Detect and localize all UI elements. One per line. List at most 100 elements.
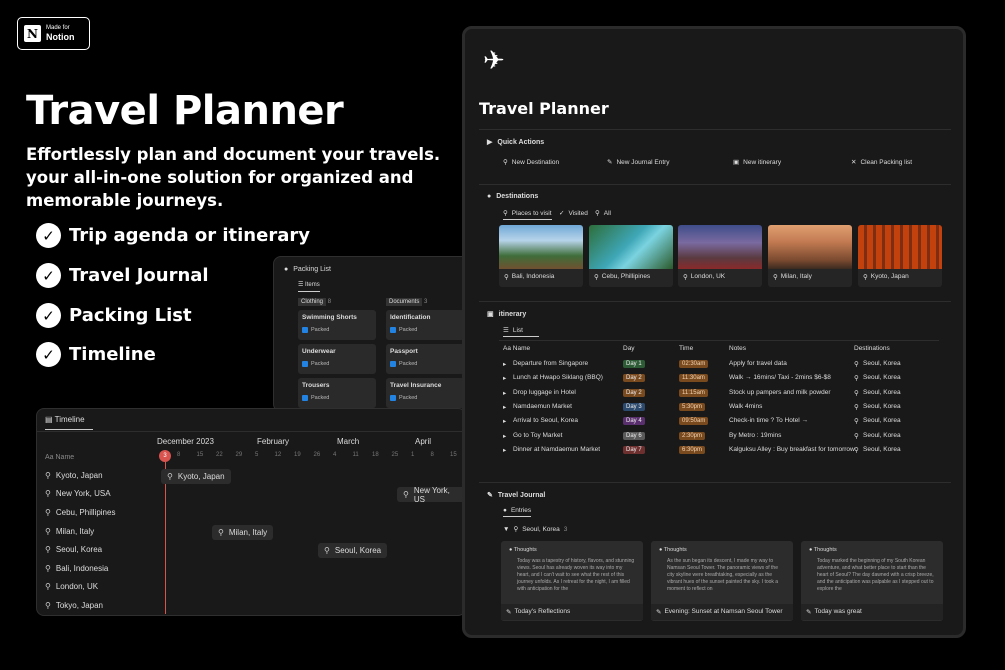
timeline-row[interactable]: ⚲ Cebu, Phillipines: [45, 508, 115, 517]
group-toggle[interactable]: ▼ ⚲ Seoul, Korea 3: [503, 525, 567, 534]
timeline-row[interactable]: ⚲ Kyoto, Japan: [45, 471, 103, 480]
destination-photo: [499, 225, 583, 269]
new-journal-button[interactable]: ✎ New Journal Entry: [607, 158, 670, 167]
pin-icon: ⚲: [45, 564, 51, 573]
pin-icon: ⚲: [854, 361, 859, 368]
pin-icon: ⚲: [854, 375, 859, 383]
day-tag: Day 2: [623, 388, 645, 397]
day-tag: Day 1: [623, 360, 645, 368]
page-title: Travel Planner: [479, 99, 609, 118]
day-tick: 22: [216, 452, 223, 458]
month-label: April: [415, 437, 432, 446]
itinerary-row[interactable]: ▸ Lunch at Hwapo Siklang (BBQ) Day 2 11:30a…: [499, 371, 939, 385]
destinations-section: ● Destinations ⚲ Places to visit ✓ Visited …: [479, 184, 951, 294]
check-circle-icon: ●: [284, 266, 289, 273]
pin-icon: ⚲: [45, 545, 51, 554]
timeline-row[interactable]: ⚲ Seoul, Korea: [45, 545, 102, 554]
group-clothing: Clothing 8 Swimming Shorts Packed Underwe…: [298, 298, 376, 411]
check-icon: ✓: [36, 263, 61, 288]
main-notion-page: ✈ Travel Planner ▶ Quick Actions ⚲ New Des…: [462, 26, 966, 638]
notion-logo-icon: N: [24, 25, 41, 42]
itinerary-row[interactable]: ▸ Dinner at Namdaemun Market Day 7 6:30pm Ka…: [499, 443, 939, 457]
pack-card[interactable]: Travel Insurance Packed: [386, 378, 464, 408]
timeline-row[interactable]: ⚲ London, UK: [45, 582, 98, 591]
tab-items[interactable]: ☰ Items: [298, 281, 320, 292]
destination-photo: [768, 225, 852, 269]
pack-card[interactable]: Underwear Packed: [298, 344, 376, 374]
packing-header: ● Packing List: [284, 266, 331, 273]
itinerary-row[interactable]: ▸ Go to Toy Market Day 6 2:30pm By Metro : 1…: [499, 429, 939, 443]
timeline-bar[interactable]: ⚲ Kyoto, Japan: [161, 469, 231, 484]
journal-entry-title[interactable]: ✎ Evening: Sunset at Namsan Seoul Tower: [651, 604, 793, 620]
day-tick: 11: [352, 452, 359, 458]
packing-list-panel: ● Packing List ☰ Items Clothing 8 Swimmin…: [273, 256, 473, 412]
pack-card[interactable]: Swimming Shorts Packed: [298, 310, 376, 340]
tab-timeline[interactable]: ▤ Timeline: [45, 415, 93, 430]
pin-icon: ⚲: [854, 403, 859, 411]
pack-card[interactable]: Trousers Packed: [298, 378, 376, 408]
timeline-bar[interactable]: ⚲ Milan, Italy: [212, 525, 274, 540]
day-tick: 26: [313, 452, 321, 458]
today-line: [165, 462, 166, 614]
journal-entry-title[interactable]: ✎ Today's Reflections: [501, 604, 643, 620]
day-tick: 1: [411, 452, 415, 458]
close-icon: ✕: [851, 159, 857, 166]
new-destination-button[interactable]: ⚲ New Destination: [503, 158, 559, 167]
destination-card[interactable]: ⚲ London, UK: [678, 225, 762, 287]
day-tick: 5: [255, 452, 259, 458]
check-icon: ✓: [36, 303, 61, 328]
name-column-header: Aa Name: [45, 454, 75, 461]
clean-packing-button[interactable]: ✕ Clean Packing list: [851, 158, 912, 167]
destination-card[interactable]: ⚲ Milan, Italy: [768, 225, 852, 287]
pack-card[interactable]: Identification Packed: [386, 310, 464, 340]
time-tag: 11:30am: [679, 374, 708, 383]
journal-entry-title[interactable]: ✎ Today was great: [801, 604, 943, 620]
itinerary-row[interactable]: ▸ Arrival to Seoul, Korea Day 4 09:50am Chec…: [499, 414, 939, 428]
destination-card[interactable]: ⚲ Bali, Indonesia: [499, 225, 583, 287]
pin-icon: ⚲: [503, 159, 508, 166]
timeline-row[interactable]: ⚲ Bali, Indonesia: [45, 564, 108, 573]
timeline-row[interactable]: ⚲ Milan, Italy: [45, 527, 94, 536]
row-icon: ▸: [503, 446, 507, 454]
timeline-row[interactable]: ⚲ New York, USA: [45, 489, 111, 498]
pin-icon: ⚲: [45, 582, 51, 591]
made-for-notion-badge: N Made for Notion: [17, 17, 90, 50]
check-icon: ✓: [36, 223, 61, 248]
time-tag: 11:15am: [679, 388, 708, 397]
day-tick: 18: [372, 452, 379, 458]
bus-icon: ▣: [733, 159, 740, 166]
destination-card[interactable]: ⚲ Kyoto, Japan: [858, 225, 942, 287]
pin-icon: ⚲: [45, 471, 51, 480]
check-circle-icon: ●: [487, 193, 492, 200]
journal-section: ✎ Travel Journal ● Entries ▼ ⚲ Seoul, Korea 3…: [479, 482, 951, 635]
tab-visited[interactable]: ✓ Visited: [559, 209, 588, 218]
pin-icon: ⚲: [45, 489, 51, 498]
time-tag: 6:30pm: [679, 445, 706, 454]
day-tag: Day 6: [623, 431, 645, 440]
day-tick: 25: [391, 452, 399, 458]
timeline-row[interactable]: ⚲ Tokyo, Japan: [45, 601, 103, 610]
row-icon: ▸: [503, 375, 507, 383]
itinerary-row[interactable]: ▸ Drop luggage in Hotel Day 2 11:15am Stock …: [499, 386, 939, 400]
destination-card[interactable]: ⚲ Cebu, Phillipines: [589, 225, 673, 287]
tab-list[interactable]: ☰ List: [503, 326, 539, 337]
tab-entries[interactable]: ● Entries: [503, 507, 532, 517]
pack-card[interactable]: Passport Packed: [386, 344, 464, 374]
time-tag: 5:30pm: [679, 402, 706, 411]
itinerary-row[interactable]: ▸ Namdaemun Market Day 3 5:30pm Walk 4mins ⚲ S…: [499, 400, 939, 414]
timeline-bar[interactable]: ⚲ New York, US: [397, 486, 465, 504]
hero-subtitle: Effortlessly plan and document your trav…: [26, 145, 441, 210]
new-itinerary-button[interactable]: ▣ New itinerary: [733, 158, 781, 167]
today-marker: 3: [159, 450, 171, 462]
pin-icon: ⚲: [854, 446, 859, 454]
itinerary-row[interactable]: ▸ Departure from Singapore Day 1 02:30am App…: [499, 357, 939, 371]
tab-all[interactable]: ⚲ All: [595, 209, 611, 218]
pin-icon: ⚲: [45, 508, 51, 517]
day-tick: 15: [450, 452, 457, 458]
badge-line1: Made for: [46, 25, 70, 31]
row-icon: ▸: [503, 403, 507, 411]
timeline-bar[interactable]: ⚲ Seoul, Korea: [318, 543, 388, 558]
itinerary-header-row: Aa Name Day Time Notes Destinations: [503, 345, 890, 352]
row-icon: ▸: [503, 432, 507, 440]
tab-places-to-visit[interactable]: ⚲ Places to visit: [503, 209, 552, 220]
